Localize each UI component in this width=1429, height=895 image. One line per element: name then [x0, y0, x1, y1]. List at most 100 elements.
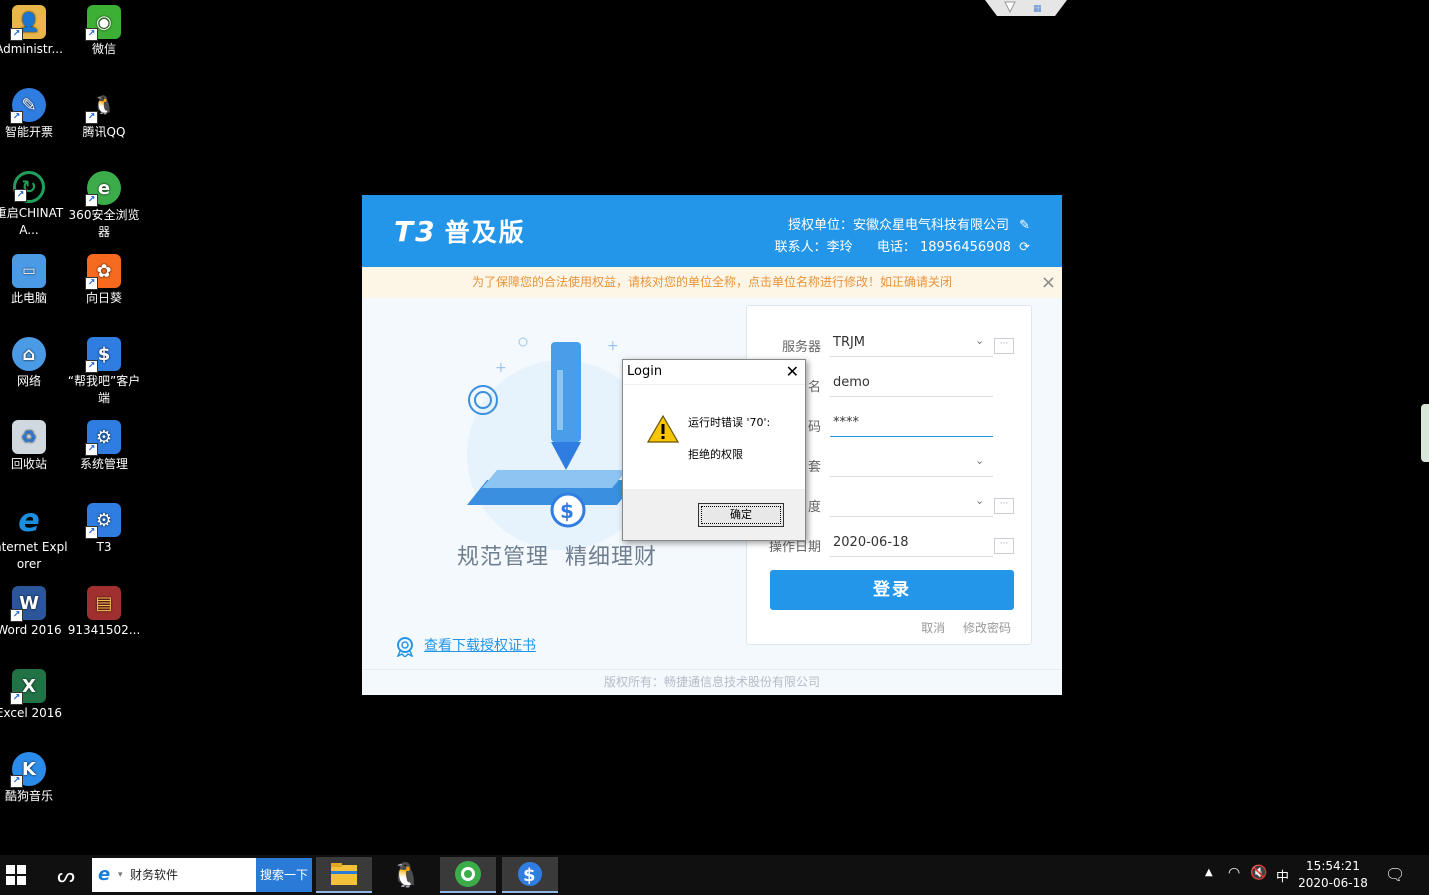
search-button[interactable]: 搜索一下: [256, 858, 312, 892]
svg-text:+: +: [607, 338, 619, 354]
folder-icon: [331, 863, 357, 885]
recycle-bin-icon: ♻: [12, 420, 46, 454]
qq-icon: 🐧 ↗: [85, 88, 121, 124]
password-field[interactable]: ****: [830, 410, 993, 437]
chevron-down-icon[interactable]: ⌄: [975, 494, 984, 507]
account-select[interactable]: [830, 450, 993, 477]
desktop-icon-system-admin[interactable]: ⚙ ↗ 系统管理: [65, 420, 143, 473]
show-hidden-icons-chevron-icon[interactable]: ▲: [1205, 867, 1213, 878]
t3-icon: ⚙ ↗: [85, 503, 121, 539]
cert-link-row[interactable]: 查看下载授权证书: [394, 635, 536, 657]
archive-icon: ▤: [87, 586, 121, 620]
clock-date: 2020-06-18: [1298, 876, 1368, 890]
server-select[interactable]: TRJM: [830, 330, 993, 357]
helper-client-icon: $ ↗: [85, 337, 121, 373]
desktop-icon-word[interactable]: W ↗ Word 2016: [0, 586, 68, 639]
taskbar-app-explorer[interactable]: [316, 857, 372, 893]
login-error-dialog: Login ✕ 运行时错误 '70': 拒绝的权限 确定: [622, 359, 806, 541]
dialog-body: 运行时错误 '70': 拒绝的权限: [623, 385, 805, 489]
desktop-icon-excel[interactable]: X ↗ Excel 2016: [0, 669, 68, 722]
desktop-icon-smart-invoice[interactable]: ✎ ↗ 智能开票: [0, 88, 68, 141]
desktop-icon-archive[interactable]: ▤ 91341502...: [65, 586, 143, 639]
warning-icon: [647, 415, 679, 443]
refresh-icon[interactable]: ⟳: [1019, 240, 1030, 255]
notice-text: 为了保障您的合法使用权益，请核对您的单位全称，点击单位名称进行修改！如正确请关闭: [471, 275, 952, 289]
contact-phone: 电话： 18956456908: [876, 240, 1011, 255]
notification-center-icon[interactable]: 🗨: [1385, 865, 1405, 884]
error-detail: 拒绝的权限: [688, 448, 743, 461]
server-row: 服务器 TRJM ⌄ ···: [747, 330, 1031, 358]
word-icon: W ↗: [10, 586, 46, 622]
year-more-button[interactable]: ···: [994, 498, 1014, 514]
desktop-icon-kugou[interactable]: K ↗ 酷狗音乐: [0, 752, 68, 805]
ok-button[interactable]: 确定: [698, 503, 784, 527]
volume-muted-icon[interactable]: 🔇: [1250, 865, 1267, 881]
desktop-icon-sunflower[interactable]: ✿ ↗ 向日葵: [65, 254, 143, 307]
notice-bar: 为了保障您的合法使用权益，请核对您的单位全称，点击单位名称进行修改！如正确请关闭…: [362, 267, 1062, 298]
search-input[interactable]: 财务软件: [130, 858, 178, 892]
taskbar-app-helper[interactable]: $: [502, 857, 558, 893]
clock-time: 15:54:21: [1306, 859, 1360, 873]
login-button[interactable]: 登录: [770, 570, 1014, 610]
windows-logo-icon: [6, 865, 26, 885]
desktop-icon-qq[interactable]: 🐧 ↗ 腾讯QQ: [65, 88, 143, 141]
t3-logo: T3 普及版: [394, 213, 526, 249]
wifi-icon[interactable]: ◠: [1228, 865, 1240, 881]
ime-indicator[interactable]: 中: [1276, 866, 1289, 885]
taskbar-app-360-browser[interactable]: [440, 857, 496, 893]
server-more-button[interactable]: ···: [994, 338, 1014, 354]
error-message: 运行时错误 '70':: [688, 416, 771, 429]
restart-icon: ↻ ↗: [13, 171, 45, 203]
system-admin-icon: ⚙ ↗: [85, 420, 121, 456]
qq-icon: 🐧: [391, 861, 421, 889]
start-button[interactable]: [0, 855, 32, 895]
dialog-titlebar[interactable]: Login ✕: [623, 360, 805, 384]
t3-header: T3 普及版 授权单位：安徽众星电气科技有限公司 ✎ 联系人：李玲 电话： 189…: [362, 195, 1062, 267]
dropdown-icon[interactable]: ▾: [118, 858, 123, 892]
org-name[interactable]: 授权单位：安徽众星电气科技有限公司: [788, 218, 1009, 233]
svg-text:$: $: [560, 499, 574, 523]
internet-explorer-icon: e: [18, 500, 40, 539]
clock[interactable]: 15:54:21 2020-06-18: [1296, 858, 1370, 892]
floating-widget-icon[interactable]: ▦: [985, 0, 1067, 16]
desktop-icon-administrator[interactable]: 👤 ↗ Administr...: [0, 5, 68, 58]
desktop-icon-internet-explorer[interactable]: e Internet Explorer: [0, 503, 68, 573]
download-cert-link[interactable]: 查看下载授权证书: [424, 638, 536, 654]
desktop-icon-t3[interactable]: ⚙ ↗ T3: [65, 503, 143, 556]
desktop-icon-network[interactable]: ⌂ 网络: [0, 337, 68, 390]
360-browser-icon: [455, 861, 481, 887]
cancel-link[interactable]: 取消: [921, 621, 945, 635]
edition-label: 普及版: [444, 218, 526, 247]
chevron-down-icon[interactable]: ⌄: [975, 454, 984, 467]
slogan-part1: 规范管理: [457, 545, 550, 570]
contact-person: 联系人：李玲: [774, 240, 853, 255]
chevron-down-icon[interactable]: ⌄: [975, 334, 984, 347]
search-box[interactable]: e ▾ 财务软件: [92, 858, 256, 892]
edge-widget[interactable]: [1421, 404, 1429, 462]
taskbar-app-qq[interactable]: 🐧: [378, 857, 434, 893]
close-icon[interactable]: ✕: [786, 360, 799, 384]
edit-icon[interactable]: ✎: [1019, 218, 1030, 233]
username-field[interactable]: demo: [830, 370, 993, 397]
svg-text:+: +: [495, 360, 507, 376]
desktop-icon-360-browser[interactable]: e ↗ 360安全浏览器: [65, 171, 143, 241]
org-info: 授权单位：安徽众星电气科技有限公司 ✎ 联系人：李玲 电话： 189564569…: [775, 215, 1030, 259]
date-picker-button[interactable]: ···: [994, 538, 1014, 554]
date-field[interactable]: 2020-06-18: [830, 530, 993, 557]
desktop-icon-recycle-bin[interactable]: ♻ 回收站: [0, 420, 68, 473]
ok-button-label: 确定: [701, 506, 781, 524]
desktop-icon-wechat[interactable]: ◉ ↗ 微信: [65, 5, 143, 58]
desktop-icon-this-pc[interactable]: ▭ 此电脑: [0, 254, 68, 307]
kugou-icon: K ↗: [10, 752, 46, 788]
cortana-icon[interactable]: ᔕ: [48, 855, 84, 895]
year-select[interactable]: [830, 490, 993, 517]
org-line[interactable]: 授权单位：安徽众星电气科技有限公司 ✎: [775, 215, 1030, 237]
desktop-icon-restart[interactable]: ↻ ↗ 重启CHINATA...: [0, 171, 68, 239]
close-notice-icon[interactable]: ×: [1041, 267, 1056, 298]
ie-search-icon: e: [98, 864, 111, 885]
form-links: 取消 修改密码: [907, 619, 1011, 636]
copyright-footer: 版权所有：畅捷通信息技术股份有限公司: [362, 669, 1062, 695]
excel-icon: X ↗: [10, 669, 46, 705]
desktop-icon-helper-client[interactable]: $ ↗ “帮我吧”客户端: [65, 337, 143, 407]
change-password-link[interactable]: 修改密码: [963, 621, 1011, 635]
